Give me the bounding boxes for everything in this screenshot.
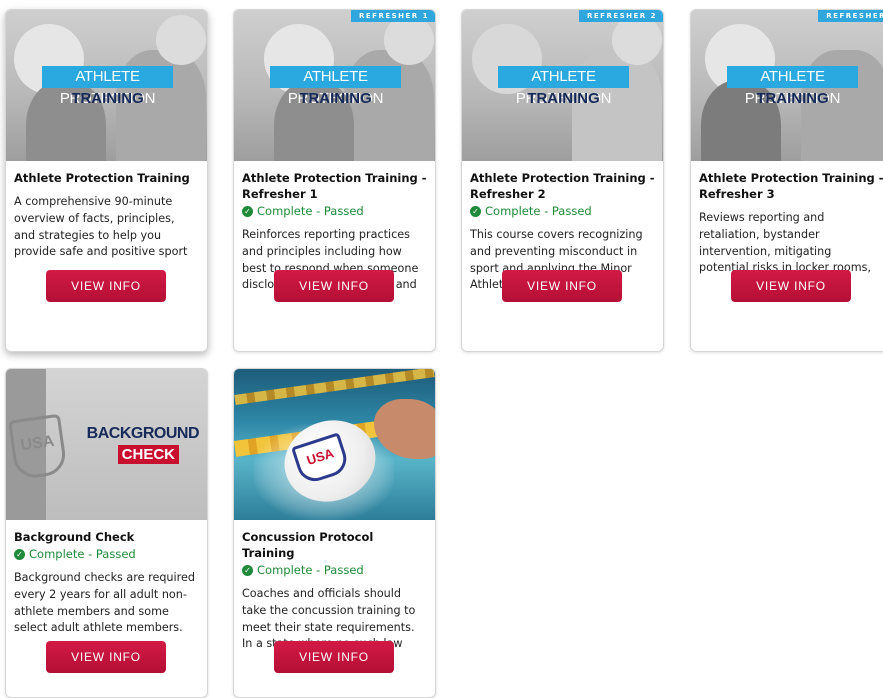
- course-card-background-check[interactable]: USA BACKGROUND CHECK Background Check ✓ …: [5, 368, 208, 698]
- course-title: Athlete Protection Training - Refresher …: [699, 171, 883, 201]
- course-title: Athlete Protection Training - Refresher …: [242, 171, 427, 201]
- course-thumbnail: USA: [234, 369, 435, 520]
- thumbnail-heading: ATHLETE PROTECTION: [270, 66, 401, 107]
- course-description: Reviews reporting and retaliation, bysta…: [699, 211, 872, 275]
- course-thumbnail: REFRESHER 2 ATHLETE PROTECTION TRAINING: [462, 10, 663, 161]
- status-badge: ✓ Complete - Passed: [14, 546, 199, 562]
- course-description: Background checks are required every 2 y…: [14, 571, 195, 635]
- status-badge: ✓ Complete - Passed: [242, 203, 427, 219]
- status-text: Complete - Passed: [257, 204, 364, 218]
- check-circle-icon: ✓: [470, 205, 481, 217]
- status-text: Complete - Passed: [485, 204, 592, 218]
- course-card-refresher-2[interactable]: REFRESHER 2 ATHLETE PROTECTION TRAINING …: [461, 9, 664, 352]
- course-card-athlete-protection[interactable]: ATHLETE PROTECTION TRAINING Athlete Prot…: [5, 9, 208, 352]
- course-thumbnail: REFRESHER 1 ATHLETE PROTECTION TRAINING: [234, 10, 435, 161]
- course-thumbnail: ATHLETE PROTECTION TRAINING: [6, 10, 207, 161]
- status-text: Complete - Passed: [257, 563, 364, 577]
- course-thumbnail: REFRESHER ATHLETE PROTECTION TRAINING: [691, 10, 883, 161]
- course-title: Background Check: [14, 530, 135, 544]
- status-badge: ✓ Complete - Passed: [470, 203, 655, 219]
- view-info-button[interactable]: VIEW INFO: [274, 270, 394, 302]
- refresher-ribbon: REFRESHER 2: [578, 10, 663, 22]
- thumbnail-heading: ATHLETE PROTECTION: [42, 66, 173, 107]
- status-text: Complete - Passed: [29, 547, 136, 561]
- course-description: A comprehensive 90-minute overview of fa…: [14, 195, 188, 259]
- thumbnail-subheading: CHECK: [117, 445, 179, 464]
- check-circle-icon: ✓: [242, 205, 253, 217]
- view-info-button[interactable]: VIEW INFO: [46, 270, 166, 302]
- status-badge: ✓ Complete - Passed: [242, 562, 427, 578]
- course-title: Athlete Protection Training: [14, 171, 190, 185]
- view-info-button[interactable]: VIEW INFO: [46, 641, 166, 673]
- course-title: Athlete Protection Training - Refresher …: [470, 171, 655, 201]
- course-card-refresher-3[interactable]: REFRESHER ATHLETE PROTECTION TRAINING At…: [690, 9, 883, 352]
- refresher-ribbon: REFRESHER 1: [350, 10, 435, 22]
- course-card-refresher-1[interactable]: REFRESHER 1 ATHLETE PROTECTION TRAINING …: [233, 9, 436, 352]
- check-circle-icon: ✓: [242, 564, 253, 576]
- thumbnail-subheading: TRAINING: [527, 90, 600, 107]
- thumbnail-subheading: TRAINING: [71, 90, 144, 107]
- thumbnail-heading: ATHLETE PROTECTION: [727, 66, 858, 107]
- course-thumbnail: USA BACKGROUND CHECK: [6, 369, 207, 520]
- course-title: Concussion Protocol Training: [242, 530, 374, 560]
- thumbnail-heading: BACKGROUND: [86, 425, 200, 442]
- check-circle-icon: ✓: [14, 548, 25, 560]
- thumbnail-subheading: TRAINING: [756, 90, 829, 107]
- thumbnail-heading: ATHLETE PROTECTION: [498, 66, 629, 107]
- refresher-ribbon: REFRESHER: [818, 10, 883, 22]
- thumbnail-subheading: TRAINING: [299, 90, 372, 107]
- view-info-button[interactable]: VIEW INFO: [502, 270, 622, 302]
- course-card-concussion-protocol[interactable]: USA Concussion Protocol Training ✓ Compl…: [233, 368, 436, 698]
- view-info-button[interactable]: VIEW INFO: [274, 641, 394, 673]
- view-info-button[interactable]: VIEW INFO: [731, 270, 851, 302]
